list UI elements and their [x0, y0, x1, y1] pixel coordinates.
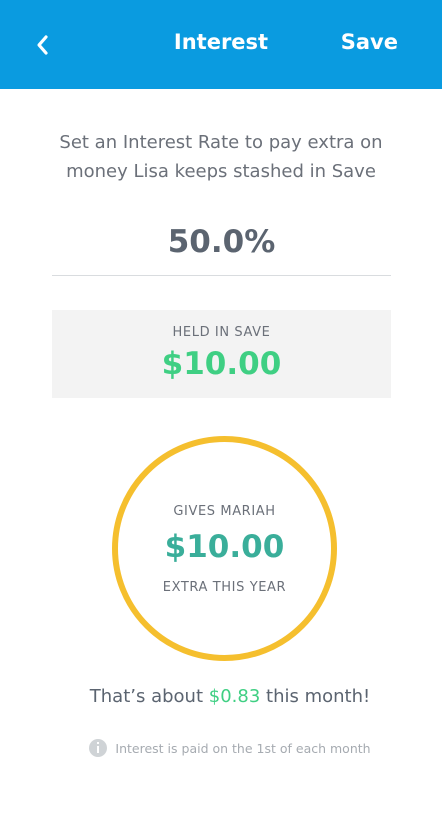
- rate-divider: [52, 275, 391, 276]
- gives-value: $10.00: [164, 529, 285, 565]
- info-icon: [89, 739, 108, 757]
- held-in-save-value: $10.00: [161, 346, 282, 382]
- monthly-summary: That’s about $0.83 this month!: [0, 686, 442, 707]
- extra-this-year-label: EXTRA THIS YEAR: [162, 580, 287, 595]
- held-in-save-label: HELD IN SAVE: [172, 325, 271, 340]
- save-button[interactable]: Save: [341, 30, 398, 54]
- app-header: Interest Save: [0, 0, 442, 89]
- held-in-save-card: HELD IN SAVE $10.00: [52, 310, 391, 398]
- monthly-amount: $0.83: [208, 686, 261, 707]
- monthly-prefix: That’s about: [89, 686, 204, 707]
- monthly-suffix: this month!: [266, 686, 371, 707]
- interest-note: Interest is paid on the 1st of each mont…: [0, 739, 442, 757]
- intro-text: Set an Interest Rate to pay extra on mon…: [59, 132, 383, 182]
- interest-note-text: Interest is paid on the 1st of each mont…: [115, 740, 371, 756]
- interest-rate-input[interactable]: 50.0%: [52, 224, 391, 260]
- gives-label: GIVES MARIAH: [173, 504, 276, 519]
